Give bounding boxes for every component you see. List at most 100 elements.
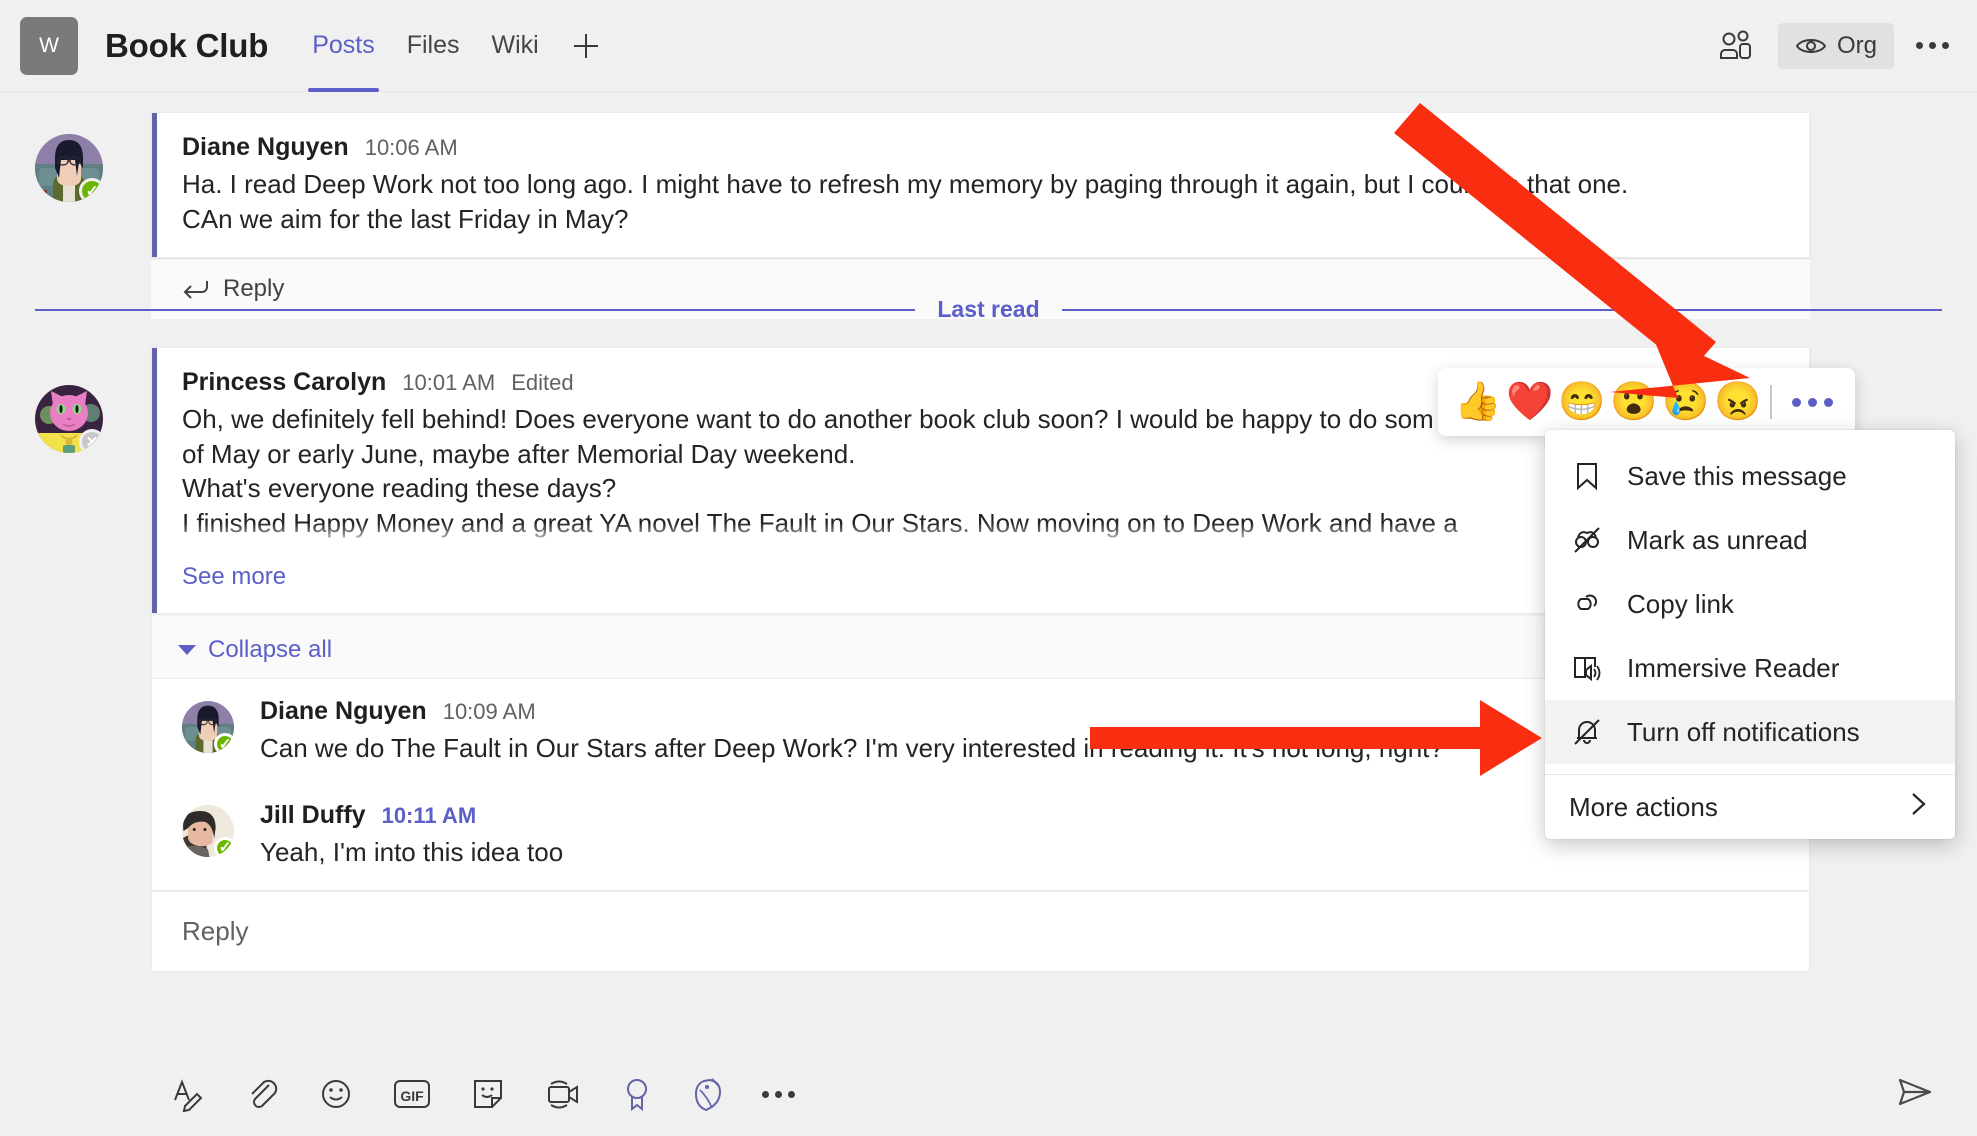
laugh-reaction[interactable]: 😁 <box>1556 376 1608 428</box>
team-avatar[interactable]: W <box>20 16 78 75</box>
reply-author: Jill Duffy <box>260 800 366 829</box>
menu-item-mark-as-unread[interactable]: Mark as unread <box>1545 508 1955 572</box>
sticker-icon[interactable] <box>470 1076 506 1112</box>
menu-item-label: Save this message <box>1627 460 1847 491</box>
message-timestamp: 10:01 AM <box>402 370 496 395</box>
menu-item-label: Copy link <box>1627 588 1734 619</box>
check-icon: ✓ <box>218 839 232 856</box>
add-tab-button[interactable] <box>555 0 617 92</box>
menu-item-label: Mark as unread <box>1627 524 1808 555</box>
tab-files-label: Files <box>406 31 460 59</box>
message-author: Princess Carolyn <box>182 368 387 396</box>
menu-item-copy-link[interactable]: Copy link <box>1545 572 1955 636</box>
immersive-reader-icon <box>1569 653 1605 683</box>
collapse-all-label: Collapse all <box>208 636 333 663</box>
avatar[interactable]: ✓ <box>35 134 103 202</box>
more-dot <box>762 1090 769 1098</box>
thread-reply-input[interactable]: Reply <box>151 891 1810 972</box>
message-bubble: Diane Nguyen 10:06 AM Ha. I read Deep Wo… <box>151 112 1810 258</box>
tab-wiki-label: Wiki <box>491 31 539 59</box>
header-actions: Org <box>1716 22 1949 69</box>
svg-text:GIF: GIF <box>400 1088 424 1104</box>
message-line: CAn we aim for the last Friday in May? <box>182 203 629 234</box>
org-button-label: Org <box>1836 31 1877 59</box>
reply-body: Yeah, I'm into this idea too <box>260 836 564 867</box>
menu-item-label: Turn off notifications <box>1627 716 1860 747</box>
more-dot <box>1916 42 1923 49</box>
tab-posts[interactable]: Posts <box>296 0 391 92</box>
thumbs-up-reaction[interactable]: 👍 <box>1452 376 1504 428</box>
link-icon <box>1569 591 1605 617</box>
check-icon: ✓ <box>218 735 232 753</box>
more-options-icon[interactable] <box>762 1090 795 1098</box>
org-button[interactable]: Org <box>1777 22 1894 69</box>
see-more-label: See more <box>182 563 287 590</box>
channel-more-options-button[interactable] <box>1916 42 1949 49</box>
more-actions-button[interactable] <box>1784 397 1841 407</box>
more-dot <box>1792 397 1801 407</box>
reply-timestamp: 10:09 AM <box>442 699 536 724</box>
message-line: of May or early June, maybe after Memori… <box>182 438 856 469</box>
last-read-divider: Last read <box>35 296 1943 323</box>
text-fade-mask <box>182 523 1779 557</box>
message-edited-label: Edited <box>511 370 574 395</box>
channel-header: W Book Club Posts Files Wiki Org <box>0 0 1977 92</box>
people-icon <box>1719 30 1751 59</box>
reply-timestamp: 10:11 AM <box>381 802 477 828</box>
bell-off-icon <box>1569 717 1605 747</box>
tab-files[interactable]: Files <box>391 0 476 92</box>
see-more-button[interactable]: See more <box>182 557 1779 613</box>
angry-reaction[interactable]: 😠 <box>1712 376 1764 428</box>
avatar[interactable]: ✓ <box>182 804 234 857</box>
surprised-reaction[interactable]: 😮 <box>1608 376 1660 428</box>
menu-item-more-actions[interactable]: More actions <box>1545 775 1955 839</box>
presence-badge-available: ✓ <box>214 733 234 753</box>
mark-unread-icon <box>1569 525 1605 555</box>
channel-tabs: Posts Files Wiki <box>296 0 617 92</box>
message-accent-bar <box>152 113 157 257</box>
presence-badge-available: ✓ <box>214 836 234 857</box>
emoji-icon[interactable] <box>318 1076 354 1112</box>
menu-item-immersive-reader[interactable]: Immersive Reader <box>1545 636 1955 700</box>
reply-author: Diane Nguyen <box>260 697 427 725</box>
praise-icon[interactable] <box>622 1076 652 1112</box>
parrot-icon[interactable] <box>690 1076 724 1112</box>
team-members-button[interactable] <box>1716 28 1756 64</box>
plus-icon <box>573 33 598 58</box>
attach-icon[interactable] <box>244 1076 280 1112</box>
menu-item-label: More actions <box>1569 791 1718 822</box>
tab-wiki[interactable]: Wiki <box>476 0 555 92</box>
compose-tool-buttons: GIF <box>170 1076 795 1112</box>
menu-item-save-this-message[interactable]: Save this message <box>1545 444 1955 508</box>
avatar[interactable]: ✕ <box>35 385 103 453</box>
last-read-label: Last read <box>937 296 1040 322</box>
tab-posts-label: Posts <box>312 31 375 59</box>
message-author: Diane Nguyen <box>182 133 349 161</box>
chevron-down-icon <box>178 645 196 655</box>
close-icon: ✕ <box>85 433 99 451</box>
thread-reply-placeholder: Reply <box>182 916 249 946</box>
team-avatar-initial: W <box>39 33 59 57</box>
reaction-picker-bar: 👍 ❤️ 😁 😮 😢 😠 <box>1438 368 1855 436</box>
sad-reaction[interactable]: 😢 <box>1660 376 1712 428</box>
more-dot <box>1929 42 1936 49</box>
heart-reaction[interactable]: ❤️ <box>1504 376 1556 428</box>
message-header: Diane Nguyen 10:06 AM <box>182 133 1779 162</box>
menu-item-turn-off-notifications[interactable]: Turn off notifications <box>1545 700 1955 764</box>
more-dot <box>1942 42 1949 49</box>
chevron-right-icon <box>1905 789 1931 826</box>
meet-now-icon[interactable] <box>544 1076 584 1112</box>
format-icon[interactable] <box>170 1076 206 1112</box>
divider-line-left <box>35 308 916 311</box>
gif-icon[interactable]: GIF <box>392 1076 432 1112</box>
send-icon[interactable] <box>1893 1074 1937 1115</box>
avatar[interactable]: ✓ <box>182 701 234 753</box>
message-context-menu: Save this message Mark as unread Copy li… <box>1545 430 1955 839</box>
divider-line-right <box>1061 308 1943 311</box>
message-line: Ha. I read Deep Work not too long ago. I… <box>182 169 1629 199</box>
bookmark-icon <box>1569 461 1605 491</box>
more-dot <box>788 1090 795 1098</box>
page-title: Book Club <box>105 26 269 64</box>
eye-icon <box>1795 38 1827 53</box>
message-timestamp: 10:06 AM <box>364 135 458 160</box>
